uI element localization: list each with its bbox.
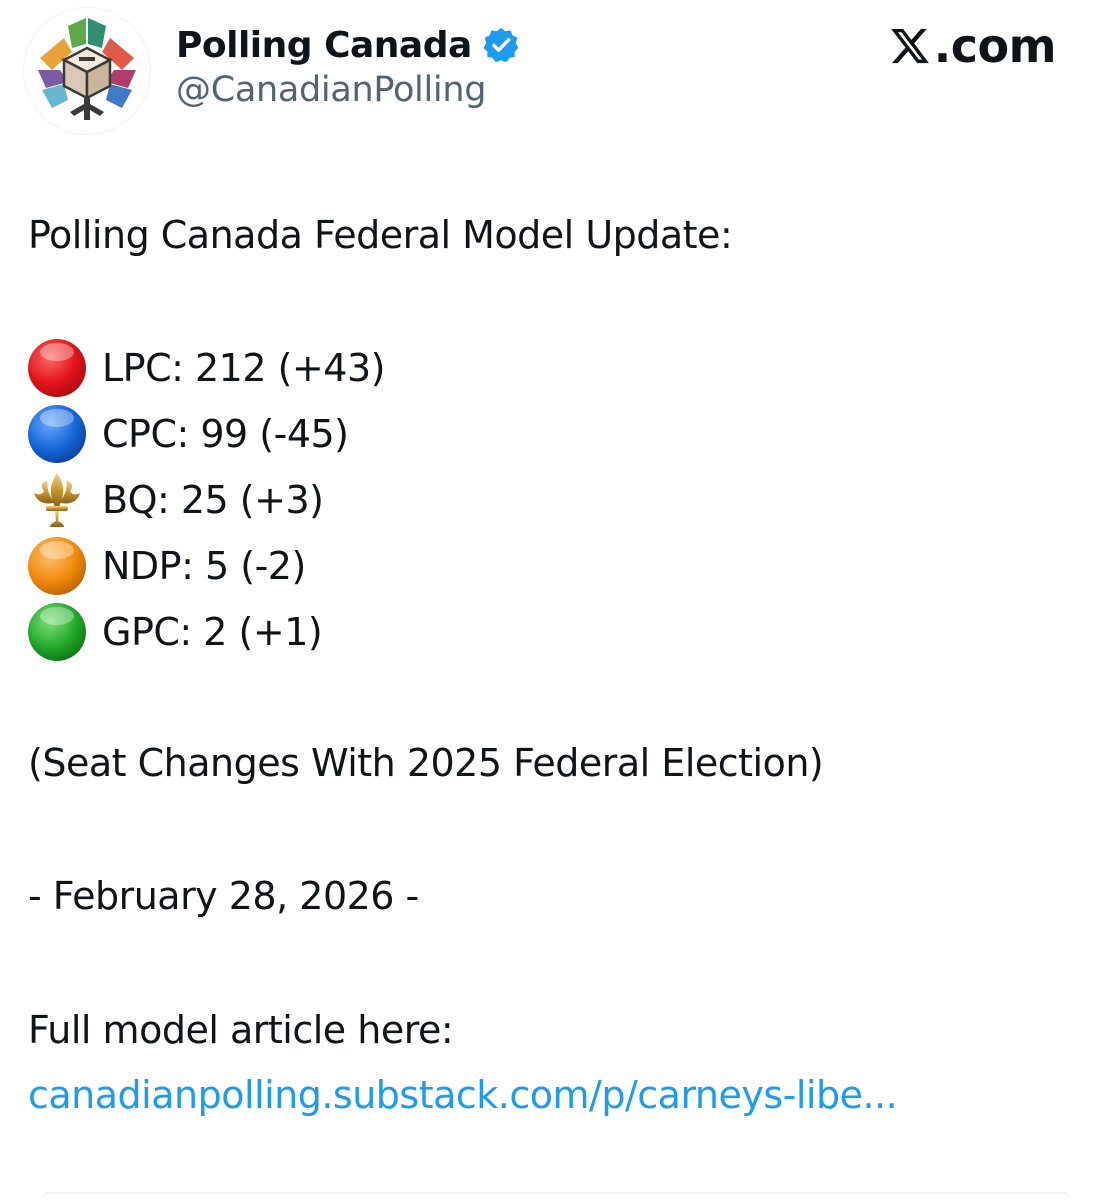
party-row-ndp: NDP: 5 (-2) bbox=[26, 533, 306, 599]
post-headline: Polling Canada Federal Model Update: bbox=[28, 213, 733, 257]
orange-circle-icon bbox=[28, 537, 86, 595]
party-label-lpc: LPC: 212 (+43) bbox=[102, 346, 385, 390]
author-display-name[interactable]: Polling Canada bbox=[176, 25, 472, 66]
party-row-cpc: CPC: 99 (-45) bbox=[26, 401, 349, 467]
green-circle-icon bbox=[28, 603, 86, 661]
party-label-cpc: CPC: 99 (-45) bbox=[102, 412, 349, 456]
party-row-gpc: GPC: 2 (+1) bbox=[26, 599, 323, 665]
article-link[interactable]: canadianpolling.substack.com/p/carneys-l… bbox=[28, 1072, 898, 1118]
polling-canada-logo-icon bbox=[38, 18, 136, 120]
red-circle-icon bbox=[28, 339, 86, 397]
blue-circle-icon bbox=[28, 405, 86, 463]
party-row-lpc: LPC: 212 (+43) bbox=[26, 335, 385, 401]
author-avatar[interactable] bbox=[24, 8, 150, 134]
fleur-de-lis-icon bbox=[34, 473, 80, 527]
brand-label: .com bbox=[933, 19, 1057, 73]
x-logo-icon bbox=[890, 28, 929, 64]
party-label-bq: BQ: 25 (+3) bbox=[102, 478, 324, 522]
party-label-gpc: GPC: 2 (+1) bbox=[102, 610, 323, 654]
post-card: Polling Canada @CanadianPolling .com Pol… bbox=[0, 0, 1112, 1200]
author-name-row[interactable]: Polling Canada bbox=[176, 20, 520, 70]
x-brand: .com bbox=[889, 18, 1057, 74]
article-label: Full model article here: bbox=[28, 1008, 454, 1052]
party-label-ndp: NDP: 5 (-2) bbox=[102, 544, 306, 588]
party-row-bq: BQ: 25 (+3) bbox=[26, 467, 324, 533]
seat-changes-note: (Seat Changes With 2025 Federal Election… bbox=[28, 741, 824, 785]
author-handle[interactable]: @CanadianPolling bbox=[176, 70, 486, 110]
verified-badge-icon bbox=[483, 27, 519, 63]
post-date-line: - February 28, 2026 - bbox=[28, 874, 419, 918]
card-bottom-divider bbox=[40, 1192, 1072, 1200]
